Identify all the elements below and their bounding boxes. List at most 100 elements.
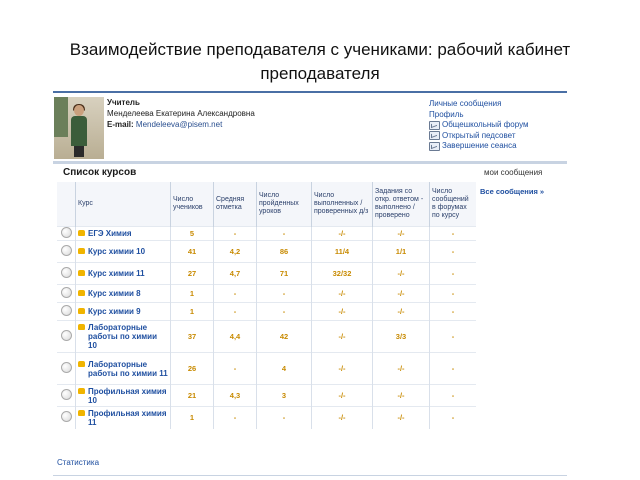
course-link[interactable]: ЕГЭ Химия: [88, 229, 132, 238]
cell-open-tasks: -/-: [372, 352, 430, 385]
cell-open-tasks: -/-: [372, 262, 430, 285]
cell-open-tasks: -/-: [372, 406, 430, 429]
cell-open-tasks: -/-: [372, 284, 430, 303]
end-session-link[interactable]: Завершение сеанса: [442, 141, 517, 152]
table-row: Курс химии 9 1- - -/- -/- -: [57, 302, 476, 321]
divider: [53, 161, 567, 164]
teacher-role: Учитель: [107, 98, 140, 107]
teacher-photo: [54, 97, 104, 159]
header-forum: Число сообщений в форумах по курсу: [429, 182, 476, 227]
cell-open-tasks: -/-: [372, 384, 430, 407]
cell-avg: -: [213, 284, 257, 303]
course-icon: [78, 308, 85, 314]
cell-homework: 32/32: [311, 262, 373, 285]
cell-avg: 4,7: [213, 262, 257, 285]
course-icon: [78, 324, 85, 330]
cell-homework: -/-: [311, 384, 373, 407]
email-label: E-mail:: [107, 120, 134, 129]
statistics-link[interactable]: Статистика: [57, 458, 99, 467]
cell-forum: -: [429, 262, 476, 285]
header-homework: Число выполненных / проверенных д/з: [311, 182, 373, 227]
course-link[interactable]: Курс химии 10: [88, 247, 145, 256]
bottom-divider: [53, 475, 567, 476]
course-link[interactable]: Лабораторные работы по химии 10: [88, 323, 168, 350]
cell-students: 21: [170, 384, 214, 407]
cell-homework: -/-: [311, 352, 373, 385]
table-row: Профильная химия 11 1- - -/- -/- -: [57, 406, 476, 429]
course-link[interactable]: Профильная химия 11: [88, 409, 168, 427]
cell-lessons: 71: [256, 262, 312, 285]
table-row: Курс химии 10 41 4,2 86 11/4 1/1-: [57, 240, 476, 263]
cell-avg: -: [213, 302, 257, 321]
screenshot-panel: Учитель Менделеева Екатерина Александров…: [53, 91, 567, 480]
teacher-email[interactable]: Mendeleeva@pisem.net: [136, 120, 222, 129]
course-icon: [78, 248, 85, 254]
cell-students: 5: [170, 226, 214, 241]
course-link[interactable]: Профильная химия 10: [88, 387, 168, 405]
cell-lessons: 86: [256, 240, 312, 263]
cell-lessons: -: [256, 284, 312, 303]
header-students: Число учеников: [170, 182, 214, 227]
status-bulb-icon: [60, 411, 72, 423]
header-open-tasks: Задания со откр. ответом - выполнено / п…: [372, 182, 430, 227]
cell-avg: 4,2: [213, 240, 257, 263]
cell-homework: 11/4: [311, 240, 373, 263]
course-link[interactable]: Курс химии 11: [88, 269, 145, 278]
status-bulb-icon: [60, 227, 72, 238]
cell-students: 1: [170, 406, 214, 429]
status-bulb-icon: [60, 305, 72, 316]
course-icon: [78, 409, 85, 416]
table-header: Курс Число учеников Средняя отметка Числ…: [57, 182, 476, 227]
course-icon: [78, 387, 85, 394]
header-course: Курс: [75, 182, 171, 227]
table-row: Курс химии 8 1- - -/- -/- -: [57, 284, 476, 303]
status-bulb-icon: [60, 362, 72, 373]
cell-open-tasks: -/-: [372, 226, 430, 241]
status-bulb-icon: [60, 330, 72, 341]
table-row: Курс химии 11 27 4,7 71 32/32 -/- -: [57, 262, 476, 285]
teacher-info: Учитель Менделеева Екатерина Александров…: [107, 97, 255, 130]
cell-forum: -: [429, 352, 476, 385]
header-avg: Средняя отметка: [213, 182, 257, 227]
course-icon: [78, 290, 85, 296]
cell-open-tasks: -/-: [372, 302, 430, 321]
cell-homework: -/-: [311, 284, 373, 303]
table-row: Профильная химия 10 21 4,3 3 -/- -/- -: [57, 384, 476, 407]
cell-homework: -/-: [311, 302, 373, 321]
profile-link[interactable]: Профиль: [429, 110, 464, 121]
forum-icon: [429, 131, 440, 141]
cell-avg: -: [213, 352, 257, 385]
cell-avg: 4,4: [213, 320, 257, 353]
table-row: Лабораторные работы по химии 11 26-4 -/- -/…: [57, 352, 476, 385]
table-row: Лабораторные работы по химии 10 37 4,4 42 -/…: [57, 320, 476, 353]
cell-avg: -: [213, 226, 257, 241]
course-link[interactable]: Курс химии 8: [88, 289, 141, 298]
status-bulb-icon: [60, 267, 72, 278]
course-link[interactable]: Лабораторные работы по химии 11: [88, 360, 168, 378]
course-icon: [78, 270, 85, 276]
cell-lessons: -: [256, 302, 312, 321]
courses-table: Курс Число учеников Средняя отметка Числ…: [57, 182, 476, 429]
status-bulb-icon: [60, 245, 72, 256]
cell-avg: 4,3: [213, 384, 257, 407]
cell-lessons: 4: [256, 352, 312, 385]
cell-lessons: 3: [256, 384, 312, 407]
slide-title: Взаимодействие преподавателя с учениками…: [69, 40, 571, 83]
teacher-name: Менделеева Екатерина Александровна: [107, 109, 255, 118]
personal-messages-link[interactable]: Личные сообщения: [429, 99, 501, 110]
school-forum-link[interactable]: Общешкольный форум: [442, 120, 529, 131]
cell-forum: -: [429, 284, 476, 303]
profile-header: Учитель Менделеева Екатерина Александров…: [53, 91, 567, 163]
cell-lessons: -: [256, 226, 312, 241]
course-icon: [78, 230, 85, 236]
course-link[interactable]: Курс химии 9: [88, 307, 141, 316]
cell-open-tasks: 3/3: [372, 320, 430, 353]
cell-students: 1: [170, 302, 214, 321]
courses-title: Список курсов: [63, 167, 137, 178]
teachers-council-link[interactable]: Открытый педсовет: [442, 131, 516, 142]
cell-lessons: -: [256, 406, 312, 429]
cell-forum: -: [429, 226, 476, 241]
cell-students: 41: [170, 240, 214, 263]
cell-forum: -: [429, 406, 476, 429]
all-messages-link[interactable]: Все сообщения »: [480, 187, 544, 196]
